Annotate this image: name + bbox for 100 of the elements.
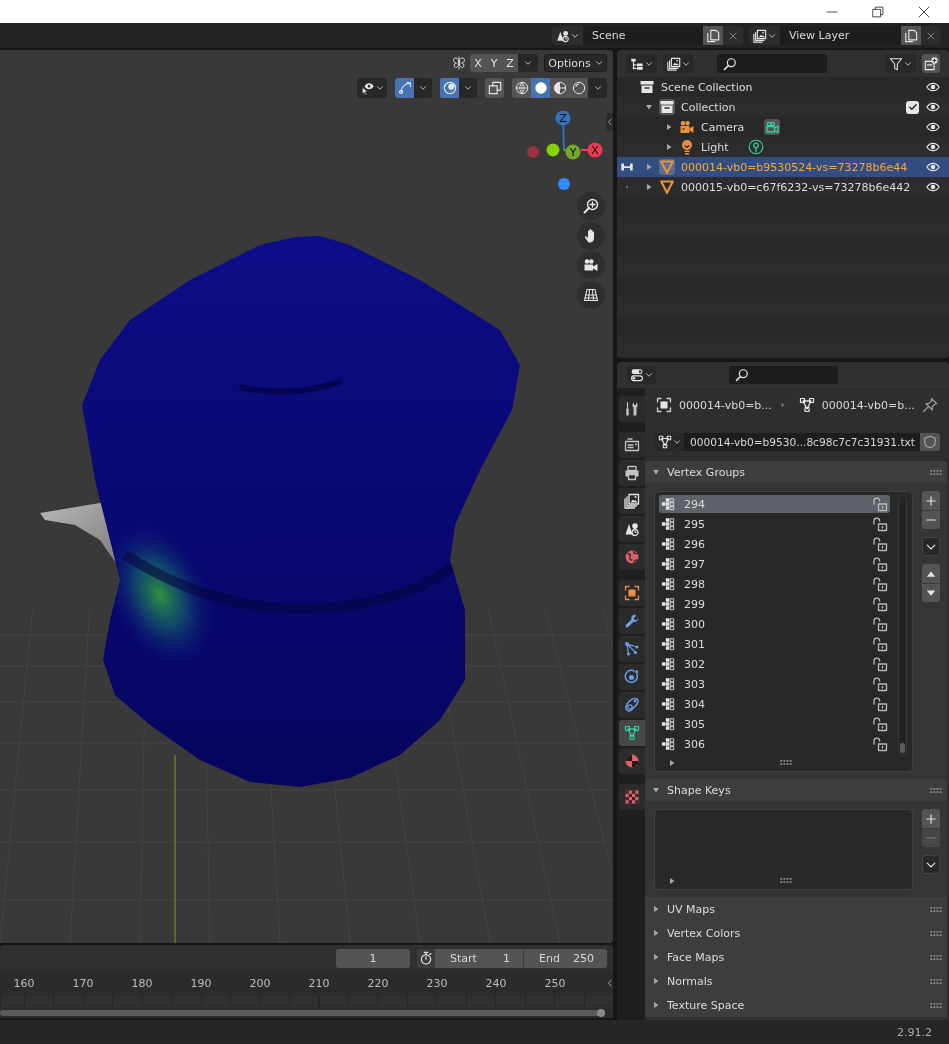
eye-icon[interactable] bbox=[926, 140, 940, 154]
remove-button[interactable] bbox=[922, 510, 940, 529]
axis-toggle-button[interactable]: X bbox=[470, 54, 486, 72]
open-padlock-icon[interactable] bbox=[872, 696, 888, 712]
xray-toggle-button[interactable] bbox=[485, 78, 504, 98]
camera-view-button[interactable] bbox=[577, 251, 605, 279]
open-padlock-icon[interactable] bbox=[872, 596, 888, 612]
list-item[interactable]: 297 bbox=[659, 555, 890, 573]
zoom-button[interactable] bbox=[577, 192, 605, 220]
add-button[interactable] bbox=[922, 809, 940, 828]
expanded-triangle-icon[interactable] bbox=[645, 103, 653, 111]
properties-tab[interactable] bbox=[619, 748, 645, 774]
panel-header[interactable]: Normals bbox=[645, 969, 947, 993]
open-padlock-icon[interactable] bbox=[872, 576, 888, 592]
open-padlock-icon[interactable] bbox=[872, 716, 888, 732]
search-field[interactable] bbox=[729, 366, 838, 384]
restore-icon[interactable] bbox=[872, 5, 884, 18]
properties-tab[interactable] bbox=[619, 664, 645, 690]
outliner-row[interactable]: 000014-vb0=b9530524-vs=73278b6e44 bbox=[617, 157, 949, 177]
collapsed-triangle-icon[interactable] bbox=[645, 163, 653, 171]
scene-name-field[interactable]: Scene bbox=[583, 26, 703, 45]
eye-icon[interactable] bbox=[926, 120, 940, 134]
eye-icon[interactable] bbox=[926, 80, 940, 94]
eye-icon[interactable] bbox=[926, 160, 940, 174]
scrollbar-handle[interactable] bbox=[597, 1009, 605, 1017]
list-item[interactable]: 295 bbox=[659, 515, 890, 533]
properties-tab[interactable] bbox=[619, 720, 645, 746]
collapsed-triangle-icon[interactable] bbox=[645, 183, 653, 191]
frame-ruler[interactable]: 160 170 180 190 200 210 220 230 240 250 bbox=[0, 971, 613, 995]
menu-button[interactable] bbox=[922, 855, 940, 874]
new-view-layer-button[interactable] bbox=[901, 26, 921, 45]
open-padlock-icon[interactable] bbox=[872, 616, 888, 632]
search-field[interactable] bbox=[717, 54, 827, 73]
open-padlock-icon[interactable] bbox=[872, 656, 888, 672]
list-item[interactable]: 305 bbox=[659, 715, 890, 733]
properties-tab[interactable] bbox=[619, 460, 645, 486]
properties-tab[interactable] bbox=[619, 580, 645, 606]
properties-tab[interactable] bbox=[619, 396, 645, 422]
eye-icon[interactable] bbox=[926, 180, 940, 194]
properties-tab[interactable] bbox=[619, 692, 645, 718]
selectability-dropdown[interactable] bbox=[357, 78, 387, 98]
axis-dot-icon[interactable] bbox=[546, 143, 560, 157]
overlay-toggle-button[interactable] bbox=[440, 78, 459, 98]
pan-button[interactable] bbox=[577, 222, 605, 250]
list-item[interactable]: 296 bbox=[659, 535, 890, 553]
panel-header[interactable]: Face Maps bbox=[645, 945, 947, 969]
butterfly-icon[interactable] bbox=[452, 56, 466, 70]
open-padlock-icon[interactable] bbox=[872, 676, 888, 692]
collapsed-triangle-icon[interactable] bbox=[665, 123, 673, 131]
list-item[interactable]: 302 bbox=[659, 655, 890, 673]
panel-header[interactable]: Vertex Groups bbox=[645, 461, 947, 483]
delete-scene-button[interactable] bbox=[723, 26, 743, 45]
bulb-circle-icon[interactable] bbox=[748, 139, 765, 155]
collapsed-triangle-icon[interactable] bbox=[668, 758, 676, 767]
mesh-data-dropdown[interactable] bbox=[654, 433, 684, 451]
open-padlock-icon[interactable] bbox=[872, 536, 888, 552]
axis-dot-icon[interactable] bbox=[527, 146, 539, 158]
list-item[interactable]: 300 bbox=[659, 615, 890, 633]
panel-header[interactable]: UV Maps bbox=[645, 897, 947, 921]
menu-button[interactable] bbox=[922, 537, 940, 556]
add-button[interactable] bbox=[922, 491, 940, 510]
timeline-scrollbar[interactable] bbox=[0, 1010, 605, 1016]
view-layer-name-field[interactable]: View Layer bbox=[780, 26, 901, 45]
collapsed-triangle-icon[interactable] bbox=[668, 876, 676, 885]
properties-tab[interactable] bbox=[619, 608, 645, 634]
grip-icon[interactable] bbox=[779, 760, 792, 765]
gizmo-toggle-button[interactable] bbox=[395, 78, 414, 98]
list-item[interactable]: 304 bbox=[659, 695, 890, 713]
scrollbar-track[interactable] bbox=[898, 495, 907, 755]
3d-viewport[interactable]: X Y Z Options Z Y X bbox=[0, 50, 613, 943]
shading-mode-button[interactable] bbox=[512, 78, 531, 98]
properties-tab[interactable] bbox=[619, 516, 645, 542]
checkbox[interactable] bbox=[906, 100, 919, 114]
end-frame-field[interactable]: End 250 bbox=[524, 948, 607, 968]
axis-toggle-button[interactable]: Y bbox=[486, 54, 502, 72]
list-item[interactable]: 301 bbox=[659, 635, 890, 653]
close-icon[interactable] bbox=[918, 5, 930, 18]
camera-tile-icon[interactable] bbox=[764, 119, 781, 135]
properties-tab[interactable] bbox=[619, 636, 645, 662]
open-padlock-icon[interactable] bbox=[872, 636, 888, 652]
perspective-toggle-button[interactable] bbox=[577, 281, 605, 309]
open-padlock-icon[interactable] bbox=[872, 736, 888, 752]
eye-icon[interactable] bbox=[926, 100, 940, 114]
view-layer-dropdown[interactable] bbox=[749, 26, 780, 45]
z-axis-handle[interactable]: Z bbox=[555, 110, 571, 151]
delete-view-layer-button[interactable] bbox=[921, 26, 941, 45]
open-padlock-icon[interactable] bbox=[872, 556, 888, 572]
list-item[interactable]: 294 bbox=[659, 495, 890, 513]
panel-header[interactable]: Shape Keys bbox=[645, 779, 947, 801]
move-up-button[interactable] bbox=[922, 564, 940, 583]
display-mode-dropdown[interactable] bbox=[626, 54, 657, 73]
list-item[interactable]: 303 bbox=[659, 675, 890, 693]
list-item[interactable]: 299 bbox=[659, 595, 890, 613]
panel-header[interactable]: Vertex Colors bbox=[645, 921, 947, 945]
new-collection-button[interactable] bbox=[922, 54, 940, 73]
preview-range-button[interactable] bbox=[417, 948, 435, 968]
new-scene-button[interactable] bbox=[703, 26, 723, 45]
y-axis-handle[interactable]: Y bbox=[563, 144, 581, 160]
properties-tab[interactable] bbox=[619, 432, 645, 458]
shading-mode-button[interactable] bbox=[531, 78, 550, 98]
